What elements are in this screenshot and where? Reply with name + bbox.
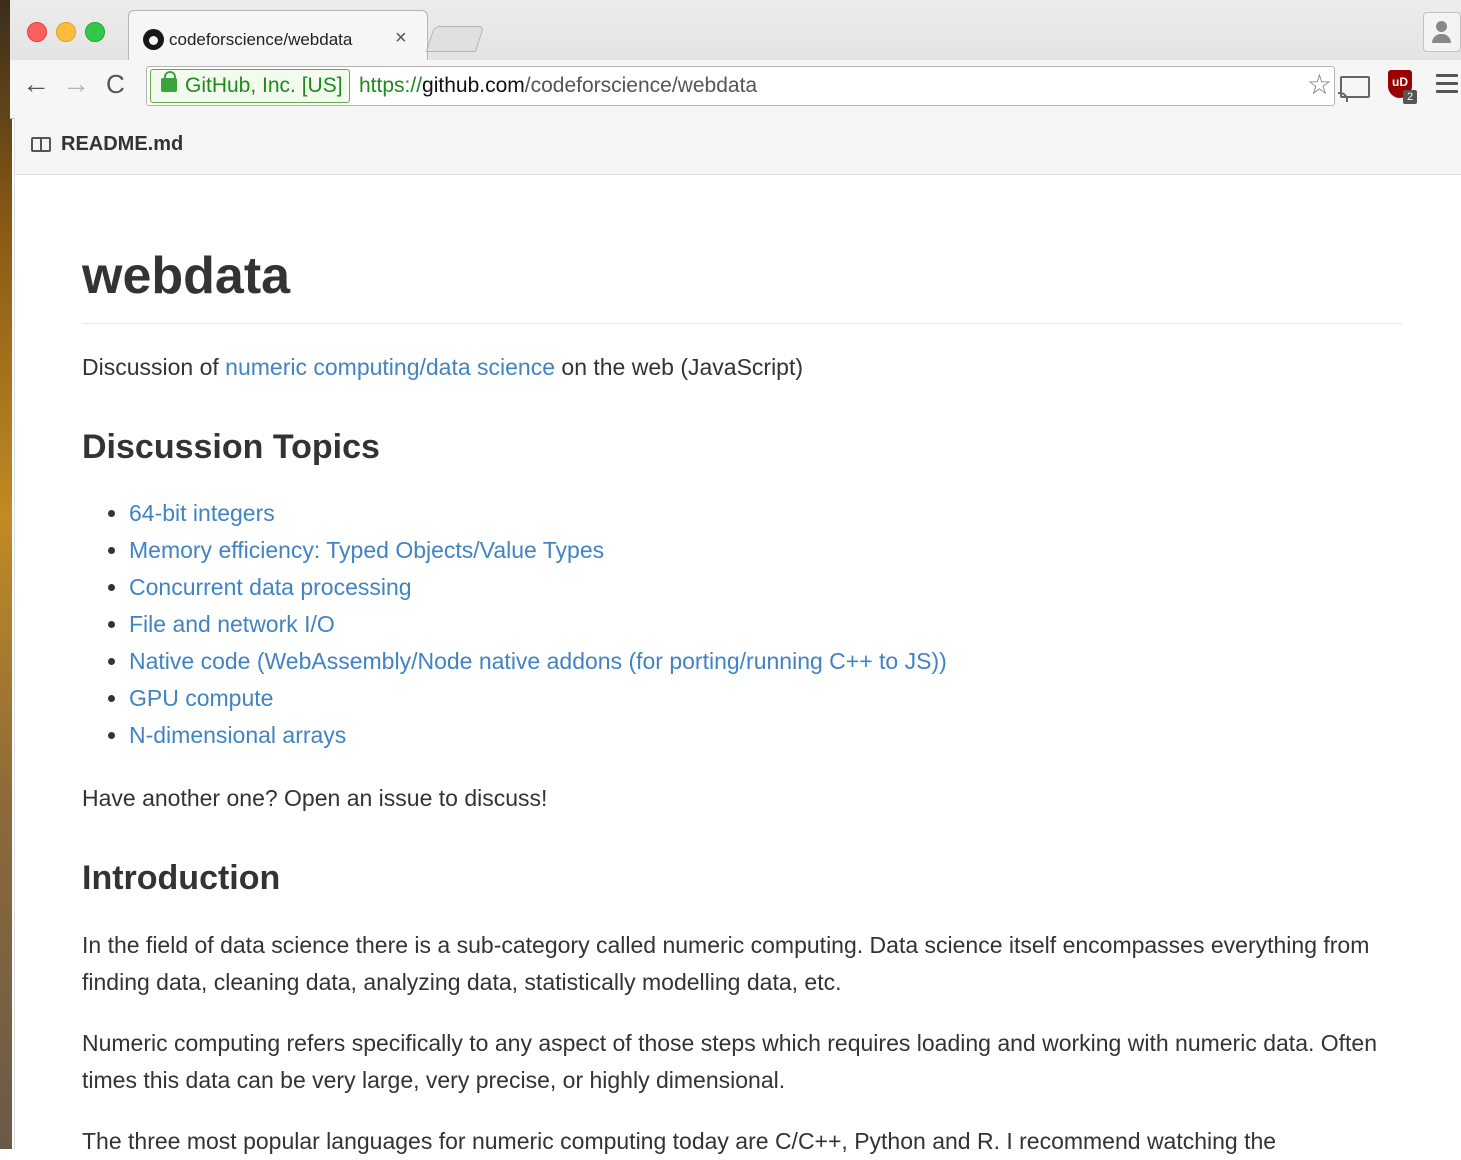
browser-chrome: codeforscience/webdata × ← → C GitHub, I… <box>10 0 1461 119</box>
address-bar[interactable]: GitHub, Inc. [US] https://github.com/cod… <box>146 66 1335 106</box>
topic-link-native[interactable]: Native code (WebAssembly/Node native add… <box>129 648 947 674</box>
list-item: Concurrent data processing <box>129 569 947 606</box>
desktop-edge <box>0 0 12 1149</box>
hamburger-menu-icon[interactable] <box>1436 74 1458 98</box>
list-item: File and network I/O <box>129 606 947 643</box>
topic-link-io[interactable]: File and network I/O <box>129 611 335 637</box>
intro-paragraph-1: In the field of data science there is a … <box>82 932 1370 995</box>
topics-list: 64-bit integers Memory efficiency: Typed… <box>82 495 947 754</box>
browser-tab-active[interactable]: codeforscience/webdata × <box>128 10 428 61</box>
intro-text-before: Discussion of <box>82 354 226 380</box>
intro-paragraph: Discussion of numeric computing/data sci… <box>82 349 803 386</box>
ublock-shield-icon[interactable]: uD 2 <box>1388 70 1417 104</box>
back-button[interactable]: ← <box>22 70 50 98</box>
window-minimize-button[interactable] <box>56 22 76 42</box>
numeric-computing-link[interactable]: numeric computing/data science <box>225 354 555 380</box>
lock-icon <box>161 71 177 92</box>
list-item: Native code (WebAssembly/Node native add… <box>129 643 947 680</box>
discussion-topics-heading: Discussion Topics <box>82 428 380 466</box>
person-icon <box>1436 21 1447 32</box>
github-favicon-icon <box>143 29 164 50</box>
ublock-count-badge: 2 <box>1403 90 1417 104</box>
topic-link-concurrent[interactable]: Concurrent data processing <box>129 574 412 600</box>
intro-paragraph-2: Numeric computing refers specifically to… <box>82 1030 1378 1093</box>
url-text[interactable]: https://github.com/codeforscience/webdat… <box>359 74 757 98</box>
introduction-heading: Introduction <box>82 859 281 897</box>
tab-close-icon[interactable]: × <box>395 27 407 50</box>
title-divider <box>82 323 1402 324</box>
topic-link-gpu[interactable]: GPU compute <box>129 685 273 711</box>
book-icon <box>31 137 51 152</box>
url-path: /codeforscience/webdata <box>524 74 758 97</box>
tab-title: codeforscience/webdata <box>169 30 353 49</box>
profile-button[interactable] <box>1423 12 1461 52</box>
topic-link-64bit[interactable]: 64-bit integers <box>129 500 275 526</box>
cast-icon[interactable] <box>1338 76 1370 102</box>
url-scheme: https:// <box>359 74 423 97</box>
list-item: Memory efficiency: Typed Objects/Value T… <box>129 532 947 569</box>
list-item: GPU compute <box>129 680 947 717</box>
window-maximize-button[interactable] <box>85 22 105 42</box>
person-icon-body <box>1432 34 1451 43</box>
ev-certificate-label: GitHub, Inc. [US] <box>185 74 343 97</box>
forward-button[interactable]: → <box>62 70 90 98</box>
readme-filename: README.md <box>61 133 184 155</box>
ublock-mark: uD <box>1392 75 1408 89</box>
new-tab-button[interactable] <box>425 26 485 52</box>
another-topic-paragraph: Have another one? Open an issue to discu… <box>82 785 548 811</box>
topic-link-memory[interactable]: Memory efficiency: Typed Objects/Value T… <box>129 537 604 563</box>
ev-certificate-badge[interactable]: GitHub, Inc. [US] <box>150 69 350 103</box>
topic-link-ndarrays[interactable]: N-dimensional arrays <box>129 722 346 748</box>
url-host: github.com <box>422 74 525 97</box>
intro-paragraph-3: The three most popular languages for num… <box>82 1128 1277 1154</box>
list-item: 64-bit integers <box>129 495 947 532</box>
browser-toolbar: ← → C GitHub, Inc. [US] https://github.c… <box>10 60 1461 118</box>
list-item: N-dimensional arrays <box>129 717 947 754</box>
bookmark-star-icon[interactable]: ☆ <box>1307 69 1332 101</box>
page-title: webdata <box>82 247 291 305</box>
window-close-button[interactable] <box>27 22 47 42</box>
reload-button[interactable]: C <box>106 70 125 98</box>
intro-text-after: on the web (JavaScript) <box>555 354 804 380</box>
readme-header: README.md <box>14 118 1461 175</box>
